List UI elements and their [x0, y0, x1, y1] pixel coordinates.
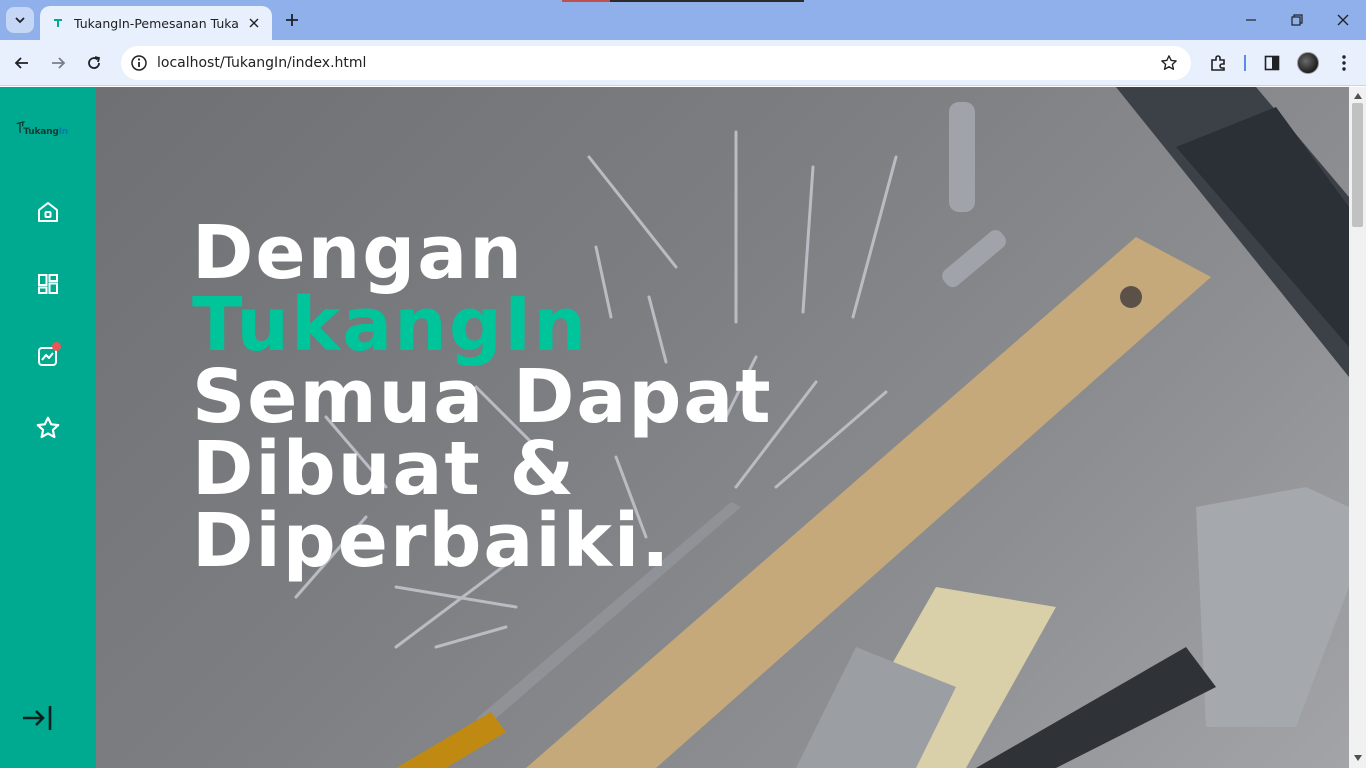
minimize-button[interactable]: [1228, 6, 1274, 34]
side-panel-button[interactable]: [1259, 50, 1285, 76]
browser-tab[interactable]: TukangIn-Pemesanan Tukang O: [40, 6, 272, 40]
puzzle-icon: [1211, 55, 1225, 71]
restore-icon: [1291, 14, 1303, 26]
reload-button[interactable]: [80, 49, 108, 77]
side-panel-icon: [1264, 55, 1280, 71]
favicon-icon: [50, 15, 66, 31]
dashboard-icon: [38, 274, 58, 294]
close-window-button[interactable]: [1320, 6, 1366, 34]
headline-line-3: Semua Dapat: [192, 354, 773, 440]
close-tab-icon[interactable]: [246, 15, 262, 31]
tab-search-button[interactable]: [6, 7, 34, 33]
scroll-up-arrow-icon[interactable]: [1353, 91, 1362, 100]
minimize-icon: [1246, 19, 1256, 21]
logo-accent-text: In: [58, 127, 69, 137]
plus-icon: [286, 14, 298, 26]
scroll-down-arrow-icon[interactable]: [1353, 753, 1362, 762]
more-vertical-icon: [1342, 55, 1346, 71]
page-scrollbar[interactable]: [1349, 87, 1366, 768]
collapse-arrow-icon: [23, 706, 52, 730]
back-arrow-icon: [14, 57, 28, 69]
sidebar-item-dashboard[interactable]: [33, 269, 63, 299]
forward-arrow-icon: [52, 57, 66, 69]
restore-button[interactable]: [1274, 6, 1320, 34]
headline-line-1: Dengan: [192, 210, 524, 296]
scrollbar-thumb[interactable]: [1352, 103, 1363, 227]
sidebar-item-favorites[interactable]: [33, 413, 63, 443]
notification-badge: [52, 342, 61, 351]
site-info-icon[interactable]: [127, 51, 151, 75]
headline-brand: TukangIn: [192, 282, 589, 368]
tab-title: TukangIn-Pemesanan Tukang O: [74, 15, 238, 31]
home-icon: [38, 202, 58, 222]
browser-menu-button[interactable]: [1331, 50, 1357, 76]
reload-icon: [88, 56, 101, 69]
headline-line-5: Diperbaiki.: [192, 498, 672, 584]
new-tab-button[interactable]: [280, 8, 304, 32]
browser-tab-bar: TukangIn-Pemesanan Tukang O: [0, 0, 1366, 40]
bookmark-star-icon[interactable]: [1159, 53, 1179, 73]
forward-button[interactable]: [44, 49, 72, 77]
star-icon: [36, 416, 60, 439]
sidebar-expand-button[interactable]: [20, 703, 54, 733]
extensions-button[interactable]: [1205, 50, 1231, 76]
logo-text: Tukang: [23, 127, 59, 137]
hero-section: Dengan TukangIn Semua Dapat Dibuat & Dip…: [96, 87, 1349, 768]
close-icon: [1337, 14, 1349, 26]
profile-avatar[interactable]: [1297, 52, 1319, 74]
back-button[interactable]: [8, 49, 36, 77]
browser-toolbar: localhost/TukangIn/index.html: [0, 40, 1366, 86]
sidebar-item-analytics[interactable]: [33, 341, 63, 371]
headline-line-4: Dibuat &: [192, 426, 577, 512]
hero-headline: Dengan TukangIn Semua Dapat Dibuat & Dip…: [192, 210, 773, 584]
sidebar: TukangIn: [0, 87, 96, 768]
url-text: localhost/TukangIn/index.html: [157, 55, 367, 71]
toolbar-divider: [1244, 55, 1246, 71]
window-accent-strip: [562, 0, 804, 2]
sidebar-item-home[interactable]: [33, 197, 63, 227]
address-bar[interactable]: localhost/TukangIn/index.html: [121, 46, 1191, 80]
chevron-down-icon: [15, 17, 25, 24]
tukangin-logo[interactable]: TukangIn: [16, 113, 68, 137]
